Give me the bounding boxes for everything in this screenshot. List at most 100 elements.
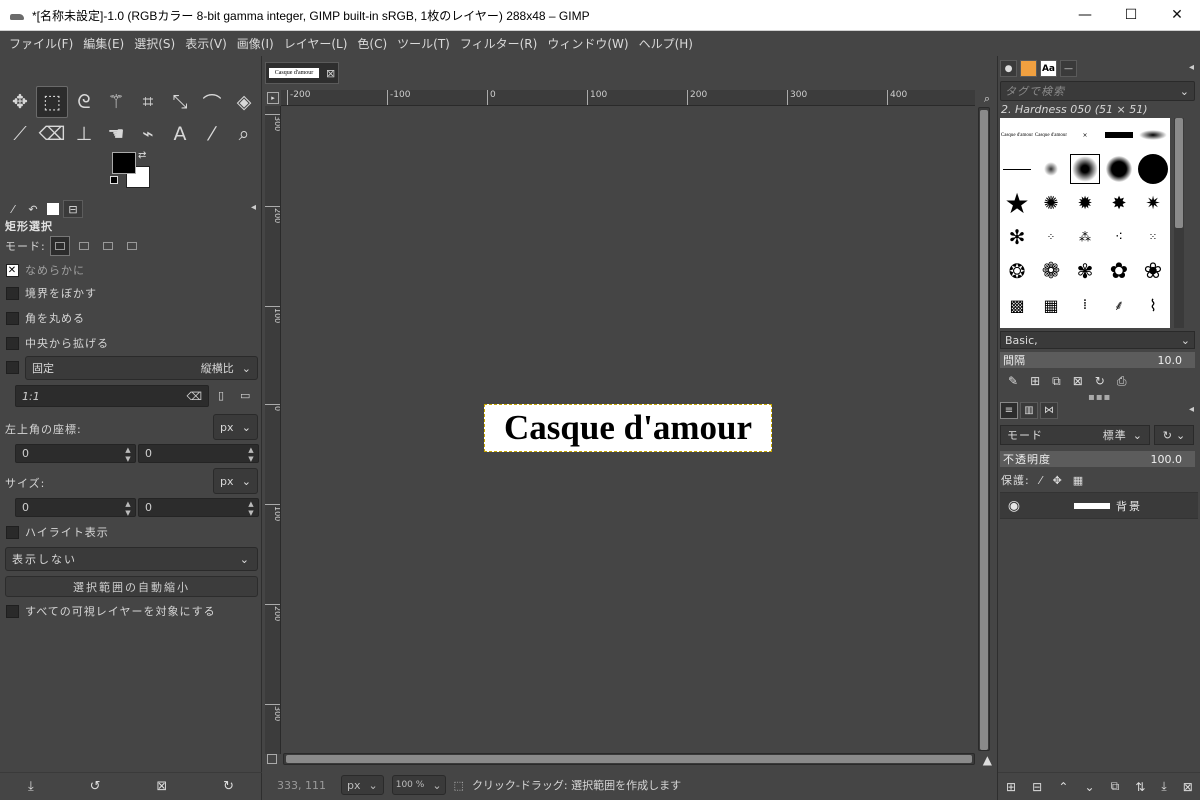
size-unit-combo[interactable]: px ⌄ [213, 468, 258, 494]
mode-add-button[interactable] [74, 236, 94, 256]
brush-item[interactable]: Casque d'amour [1000, 118, 1034, 152]
auto-shrink-button[interactable]: 選択範囲の自動縮小 [5, 576, 258, 597]
channels-tab-icon[interactable]: ▥ [1020, 402, 1038, 419]
brush-item[interactable]: ✿ [1102, 254, 1136, 288]
layer-mode-combo[interactable]: モード 標準 ⌄ [1000, 425, 1150, 445]
menu-layer[interactable]: レイヤー(L) [279, 35, 353, 52]
delete-brush-icon[interactable]: ⊠ [1073, 374, 1083, 389]
anchor-layer-icon[interactable]: ⇅ [1135, 780, 1145, 794]
position-y-input[interactable]: 0 ▲ ▼ [138, 444, 259, 463]
brush-preset-combo[interactable]: Basic, ⌄ [1000, 331, 1195, 349]
restore-preset-icon[interactable]: ↺ [90, 779, 101, 794]
brush-item[interactable]: ✸ [1102, 186, 1136, 220]
brush-item[interactable]: × [1068, 118, 1102, 152]
position-x-input[interactable]: 0 ▲ ▼ [15, 444, 136, 463]
text-tool-icon[interactable]: A [164, 118, 196, 150]
mode-subtract-button[interactable] [98, 236, 118, 256]
highlight-checkbox[interactable] [6, 525, 19, 539]
ratio-entry[interactable]: 1:1 ⌫ [15, 385, 209, 407]
feather-checkbox[interactable] [6, 286, 19, 300]
horizontal-ruler[interactable]: -200 -100 0 100 200 300 400 [281, 90, 975, 106]
menu-image[interactable]: 画像(I) [232, 35, 279, 52]
image-layer[interactable]: Casque d'amour [484, 404, 772, 452]
paths-tab-icon[interactable]: ⋈ [1040, 402, 1058, 419]
mode-intersect-button[interactable] [122, 236, 142, 256]
navigate-icon[interactable]: ▲ [983, 753, 992, 767]
size-height-input[interactable]: 0 ▲ ▼ [138, 498, 259, 517]
rect-select-tool-icon[interactable]: ⬚ [36, 86, 68, 118]
duplicate-layer-icon[interactable]: ⧉ [1111, 779, 1120, 794]
images-tab-icon[interactable] [43, 200, 63, 218]
vertical-scrollbar[interactable] [978, 107, 990, 751]
menu-edit[interactable]: 編集(E) [78, 35, 129, 52]
rounded-checkbox[interactable] [6, 311, 19, 325]
reset-options-icon[interactable]: ↻ [223, 779, 234, 794]
fixed-checkbox-row[interactable] [6, 361, 19, 374]
transform-tool-icon[interactable]: ⤡ [164, 86, 196, 118]
undo-history-tab-icon[interactable]: ↶ [23, 200, 43, 218]
menu-help[interactable]: ヘルプ(H) [634, 35, 698, 52]
all-layers-row[interactable]: すべての可視レイヤーを対象にする [6, 603, 216, 619]
brush-item[interactable]: ✾ [1068, 254, 1102, 288]
all-layers-checkbox[interactable] [6, 604, 19, 618]
raise-layer-icon[interactable]: ⌃ [1058, 780, 1068, 794]
minimize-button[interactable]: — [1062, 0, 1108, 30]
brush-item[interactable]: ⁙ [1136, 220, 1170, 254]
foreground-color-swatch[interactable] [112, 152, 136, 174]
bucket-fill-tool-icon[interactable]: ◈ [228, 86, 260, 118]
horizontal-scrollbar[interactable] [283, 753, 975, 765]
spin-buttons-icon[interactable]: ▲ ▼ [246, 446, 256, 464]
brush-item[interactable] [1136, 152, 1170, 186]
brush-item[interactable]: ▩ [1000, 288, 1034, 322]
expand-center-row[interactable]: 中央から拡げる [6, 335, 109, 351]
menu-view[interactable]: 表示(V) [180, 35, 232, 52]
brush-item[interactable] [1000, 152, 1034, 186]
brush-item-selected[interactable] [1068, 152, 1102, 186]
zoom-tool-icon[interactable]: ⌕ [228, 118, 260, 150]
duplicate-brush-icon[interactable]: ⧉ [1052, 374, 1061, 389]
fuzzy-select-tool-icon[interactable]: ⚚ [100, 86, 132, 118]
brush-item[interactable]: ✻ [1000, 220, 1034, 254]
layers-tab-icon[interactable]: ≡ [1000, 402, 1018, 419]
brush-item[interactable]: ⁞ [1068, 288, 1102, 322]
delete-preset-icon[interactable]: ⊠ [156, 779, 167, 794]
device-status-tab-icon[interactable]: ⁄ [3, 200, 23, 218]
canvas[interactable]: Casque d'amour [282, 107, 974, 753]
vertical-ruler[interactable]: 300 200 100 0 100 200 300 [265, 106, 281, 754]
clear-entry-icon[interactable]: ⌫ [186, 390, 202, 403]
dock-menu-icon[interactable]: ◂ [251, 202, 256, 213]
quick-mask-toggle-icon[interactable] [267, 754, 277, 764]
menu-windows[interactable]: ウィンドウ(W) [542, 35, 633, 52]
warp-tool-icon[interactable]: ⌒ [196, 86, 228, 118]
tool-options-tab-icon[interactable]: ⊟ [63, 200, 83, 218]
lock-position-icon[interactable]: ✥ [1053, 474, 1063, 487]
brush-item[interactable]: ❁ [1034, 254, 1068, 288]
paths-tool-icon[interactable]: ⌁ [132, 118, 164, 150]
menu-colors[interactable]: 色(C) [352, 35, 392, 52]
brushes-tab-icon[interactable]: ● [1000, 60, 1017, 77]
brush-item[interactable]: ⁖ [1102, 220, 1136, 254]
eraser-tool-icon[interactable]: ⌫ [36, 118, 68, 150]
close-tab-icon[interactable]: ⊠ [326, 67, 335, 80]
brush-item[interactable]: ✹ [1068, 186, 1102, 220]
brush-item[interactable]: ▦ [1034, 288, 1068, 322]
brush-item[interactable]: ❀ [1136, 254, 1170, 288]
menu-select[interactable]: 選択(S) [129, 35, 180, 52]
mode-replace-button[interactable] [49, 236, 70, 256]
composite-mode-button[interactable]: ↻ ⌄ [1154, 425, 1194, 445]
edit-brush-icon[interactable]: ✎ [1008, 374, 1018, 389]
menu-filters[interactable]: フィルター(R) [455, 35, 542, 52]
reset-colors-icon[interactable] [110, 176, 118, 184]
landscape-icon[interactable]: ▭ [240, 389, 250, 402]
lower-layer-icon[interactable]: ⌄ [1084, 780, 1094, 794]
image-tab[interactable]: Casque d'amour ⊠ [265, 62, 339, 84]
clone-tool-icon[interactable]: ⊥ [68, 118, 100, 150]
brush-spacing-slider[interactable]: 間隔 10.0 [1000, 352, 1195, 368]
spin-buttons-icon[interactable]: ▲ ▼ [123, 500, 133, 518]
antialias-row[interactable]: ✕ なめらかに [6, 262, 85, 278]
close-button[interactable]: ✕ [1154, 0, 1200, 30]
brush-item[interactable]: Casque d'amour [1034, 118, 1068, 152]
layer-opacity-slider[interactable]: 不透明度 100.0 [1000, 451, 1195, 467]
menu-file[interactable]: ファイル(F) [4, 35, 78, 52]
size-width-input[interactable]: 0 ▲ ▼ [15, 498, 136, 517]
